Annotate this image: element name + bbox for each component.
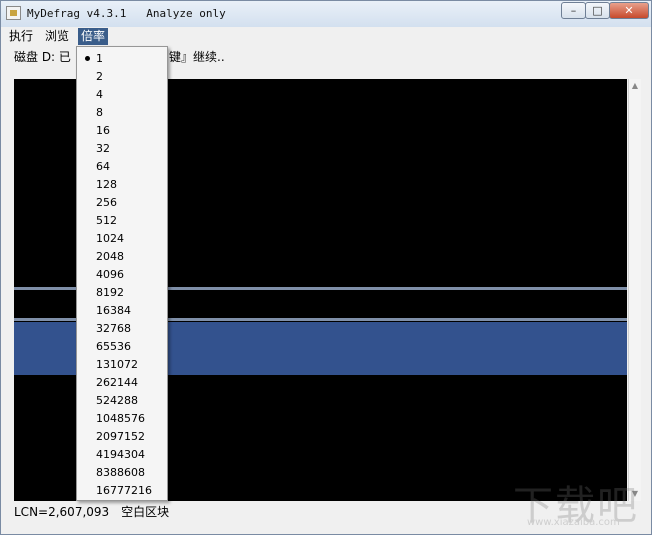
title-bar[interactable]: MyDefrag v4.3.1 Analyze only – □ ✕ bbox=[1, 1, 651, 27]
menu-bar: 执行 浏览 倍率 bbox=[1, 27, 651, 46]
zoom-option[interactable]: 2 bbox=[78, 68, 166, 86]
zoom-option[interactable]: 8192 bbox=[78, 284, 166, 302]
status-disk-label: 磁盘 D: 已 bbox=[14, 50, 71, 64]
selected-bullet-icon bbox=[85, 56, 90, 61]
watermark-logo: 下载吧 www.xiazaiba.com bbox=[513, 473, 647, 529]
zoom-option[interactable]: 4096 bbox=[78, 266, 166, 284]
zoom-option[interactable]: 524288 bbox=[78, 392, 166, 410]
menu-execute[interactable]: 执行 bbox=[6, 28, 36, 45]
app-icon[interactable] bbox=[6, 6, 21, 20]
zoom-option[interactable]: 256 bbox=[78, 194, 166, 212]
zoom-option[interactable]: 1024 bbox=[78, 230, 166, 248]
vertical-scrollbar[interactable]: ▲ ▼ bbox=[628, 79, 641, 501]
status-line: 磁盘 D: 已 键』继续.. bbox=[14, 48, 225, 65]
window-title: MyDefrag v4.3.1 Analyze only bbox=[27, 7, 226, 20]
scroll-up-arrow-icon[interactable]: ▲ bbox=[629, 79, 641, 93]
zoom-option[interactable]: 128 bbox=[78, 176, 166, 194]
zoom-option[interactable]: 4194304 bbox=[78, 446, 166, 464]
zoom-option[interactable]: 1048576 bbox=[78, 410, 166, 428]
zoom-option[interactable]: 16384 bbox=[78, 302, 166, 320]
zoom-option[interactable]: 16 bbox=[78, 122, 166, 140]
zoom-option[interactable]: 32 bbox=[78, 140, 166, 158]
minimize-button[interactable]: – bbox=[561, 2, 586, 19]
app-window: MyDefrag v4.3.1 Analyze only – □ ✕ 执行 浏览… bbox=[0, 0, 652, 535]
zoom-option[interactable]: 16777216 bbox=[78, 482, 166, 500]
zoom-option[interactable]: 131072 bbox=[78, 356, 166, 374]
zoom-option[interactable]: 2097152 bbox=[78, 428, 166, 446]
status-bar: LCN=2,607,093 空白区块 bbox=[14, 503, 169, 520]
zoom-option[interactable]: 1 bbox=[78, 50, 166, 68]
zoom-option[interactable]: 8 bbox=[78, 104, 166, 122]
menu-zoom[interactable]: 倍率 bbox=[78, 28, 109, 45]
zoom-option[interactable]: 4 bbox=[78, 86, 166, 104]
close-button[interactable]: ✕ bbox=[609, 2, 649, 19]
zoom-option[interactable]: 8388608 bbox=[78, 464, 166, 482]
menu-browse[interactable]: 浏览 bbox=[42, 28, 72, 45]
zoom-option[interactable]: 2048 bbox=[78, 248, 166, 266]
zoom-option[interactable]: 262144 bbox=[78, 374, 166, 392]
zoom-option[interactable]: 32768 bbox=[78, 320, 166, 338]
maximize-button[interactable]: □ bbox=[585, 2, 610, 19]
zoom-option[interactable]: 512 bbox=[78, 212, 166, 230]
block-type-label: 空白区块 bbox=[121, 505, 170, 519]
zoom-option[interactable]: 64 bbox=[78, 158, 166, 176]
watermark-url: www.xiazaiba.com bbox=[527, 517, 620, 528]
zoom-dropdown-menu: 1 2 4 8 16 32 64 128 256 512 1024 2048 4… bbox=[76, 46, 168, 501]
lcn-readout: LCN=2,607,093 bbox=[14, 505, 110, 519]
status-tail: 键』继续.. bbox=[169, 50, 225, 64]
zoom-option[interactable]: 65536 bbox=[78, 338, 166, 356]
